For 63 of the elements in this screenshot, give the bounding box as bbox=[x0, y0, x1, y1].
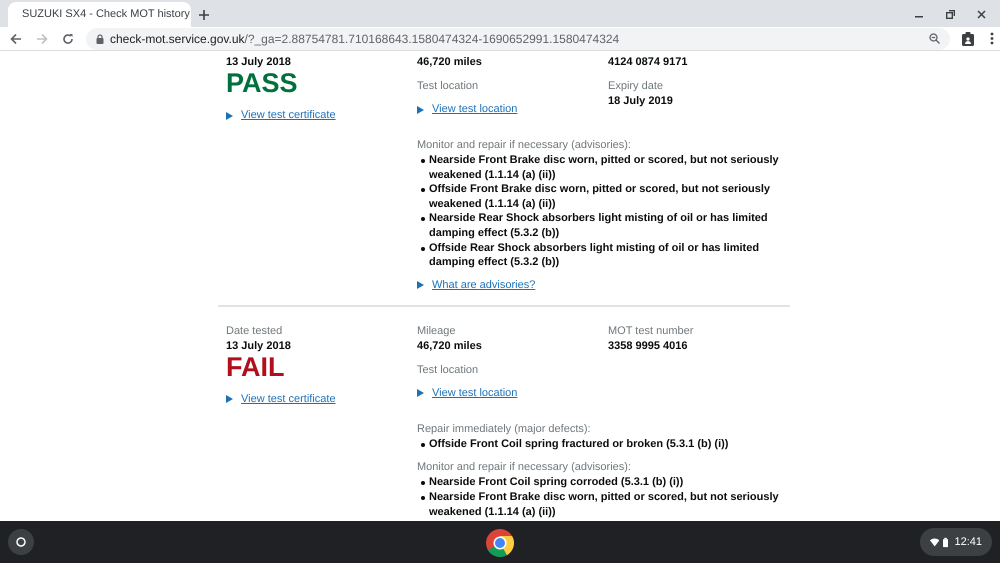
url-text: check-mot.service.gov.uk/?_ga=2.88754781.710168643.1580474324-1690652991.1580474324 bbox=[110, 30, 620, 48]
field-value: 13 July 2018 bbox=[226, 338, 292, 354]
triangle-icon bbox=[226, 112, 233, 120]
field-label: MOT test number bbox=[608, 324, 694, 339]
minimize-icon[interactable] bbox=[915, 16, 923, 18]
bullet-icon bbox=[421, 481, 425, 486]
new-tab-icon[interactable] bbox=[199, 10, 209, 20]
menu-icon[interactable] bbox=[990, 32, 994, 45]
field-value: 13 July 2018 bbox=[226, 55, 292, 70]
clock-time: 12:41 bbox=[954, 534, 982, 550]
zoom-icon[interactable] bbox=[929, 33, 940, 44]
text-link[interactable]: View test location bbox=[432, 102, 518, 117]
text-link[interactable]: What are advisories? bbox=[432, 278, 536, 293]
bullet-icon bbox=[421, 217, 425, 222]
battery-icon bbox=[943, 536, 948, 548]
field-label: Monitor and repair if necessary (advisories): bbox=[417, 138, 632, 153]
launcher-button[interactable] bbox=[8, 529, 34, 555]
triangle-icon bbox=[417, 389, 424, 398]
field-value: 46,720 miles bbox=[417, 55, 483, 70]
result-status: PASS bbox=[226, 70, 299, 97]
field-label: Test location bbox=[417, 79, 480, 94]
bullet-icon bbox=[421, 159, 425, 163]
triangle-icon bbox=[417, 281, 424, 290]
field-label: Test location bbox=[417, 362, 480, 378]
clipboard-icon[interactable] bbox=[962, 32, 974, 46]
bullet-icon bbox=[421, 442, 425, 447]
field-value: 4124 0874 9171 bbox=[608, 55, 689, 70]
text-link[interactable]: View test certificate bbox=[241, 108, 336, 123]
field-label: Monitor and repair if necessary (advisories): bbox=[417, 460, 632, 476]
back-icon[interactable] bbox=[10, 32, 22, 44]
close-window-icon[interactable] bbox=[977, 10, 986, 19]
defect-item: Offside Front Brake disc worn, pitted or scored, but not seriously weakened (1.1.14 (a) (ii)) bbox=[429, 182, 772, 212]
field-label: Mileage bbox=[417, 324, 457, 339]
launcher-icon bbox=[16, 537, 26, 547]
tab-title: SUZUKI SX4 - Check MOT history bbox=[22, 7, 190, 22]
field-value: 3358 9995 4016 bbox=[608, 338, 689, 354]
restore-icon[interactable] bbox=[946, 10, 955, 19]
defect-item: Offside Front Coil spring fractured or broken (5.3.1 (b) (i)) bbox=[429, 436, 728, 452]
bullet-icon bbox=[421, 188, 425, 192]
triangle-icon bbox=[417, 106, 424, 114]
defect-item: Nearside Rear Shock absorbers light misting of oil or has limited damping effect (5.3.2 (b)) bbox=[429, 211, 769, 241]
field-label: Date tested bbox=[226, 324, 284, 339]
text-link[interactable]: View test location bbox=[432, 386, 518, 401]
address-bar[interactable]: check-mot.service.gov.uk/?_ga=2.88754781.710168643.1580474324-1690652991.1580474324 bbox=[86, 28, 950, 50]
field-value: 18 July 2019 bbox=[608, 94, 674, 109]
field-label: Expiry date bbox=[608, 79, 664, 94]
browser-tab[interactable]: SUZUKI SX4 - Check MOT history bbox=[8, 2, 191, 27]
defect-item: Offside Rear Shock absorbers light misting of oil or has limited damping effect (5.3.2 (b)) bbox=[429, 240, 760, 270]
defect-item: Nearside Front Coil spring corroded (5.3.1 (b) (i)) bbox=[429, 475, 684, 490]
defect-item: Nearside Front Brake disc worn, pitted or scored, but not seriously weakened (1.1.14 (a) (ii)) bbox=[429, 490, 780, 520]
status-tray[interactable]: 12:41 bbox=[920, 528, 992, 556]
result-status: FAIL bbox=[226, 354, 286, 381]
reload-icon[interactable] bbox=[62, 32, 74, 44]
wifi-icon bbox=[930, 538, 940, 546]
triangle-icon bbox=[226, 395, 233, 404]
text-link[interactable]: View test certificate bbox=[241, 392, 336, 407]
browser-app-icon[interactable] bbox=[485, 528, 515, 558]
bullet-icon bbox=[421, 496, 425, 500]
lock-icon bbox=[96, 34, 104, 44]
field-label: Repair immediately (major defects): bbox=[417, 422, 592, 437]
bullet-icon bbox=[421, 246, 425, 251]
defect-item: Nearside Front Brake disc worn, pitted or scored, but not seriously weakened (1.1.14 (a) (ii)) bbox=[429, 153, 780, 182]
field-value: 46,720 miles bbox=[417, 338, 483, 354]
